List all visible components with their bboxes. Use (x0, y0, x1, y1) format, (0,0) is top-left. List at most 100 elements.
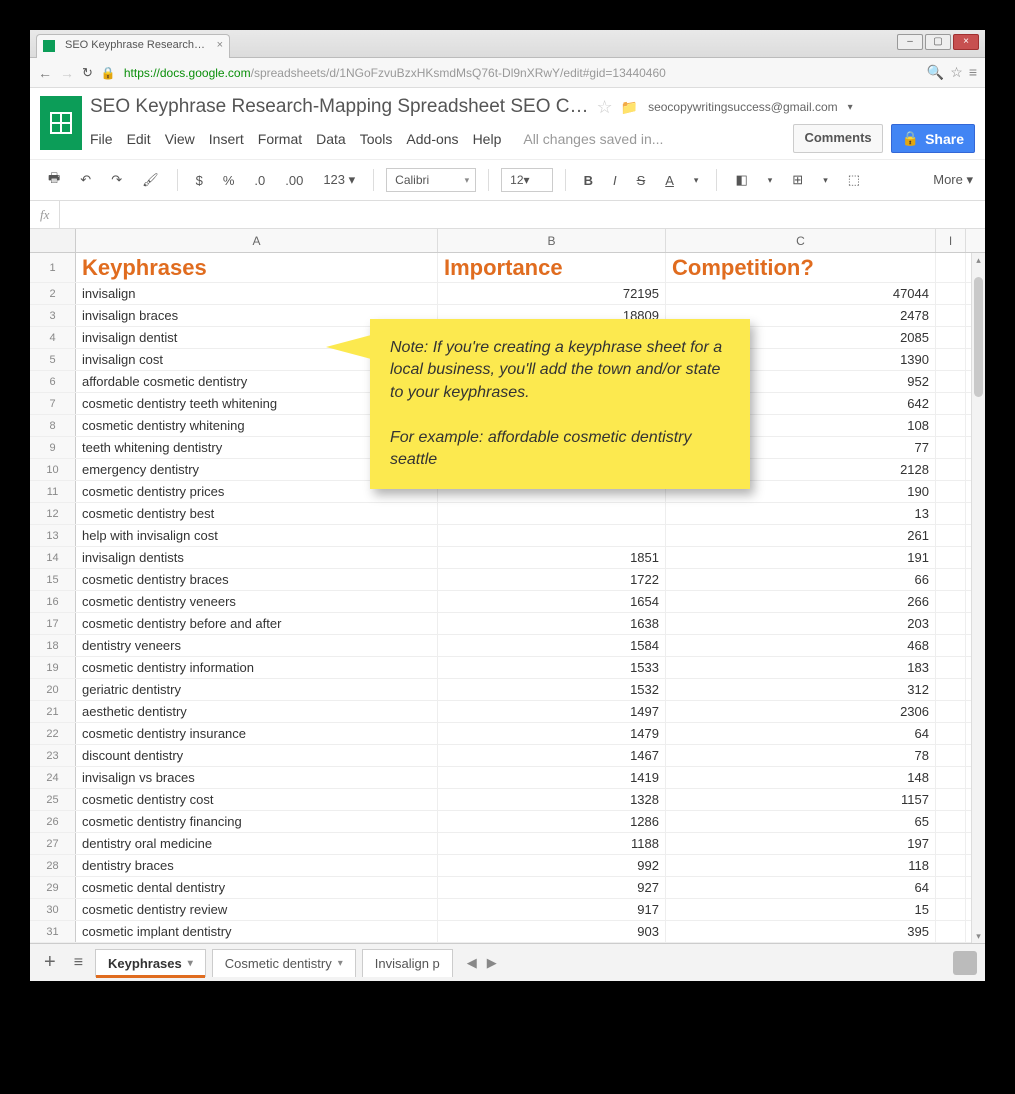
cell[interactable] (936, 327, 966, 348)
format-currency[interactable]: $ (190, 169, 209, 192)
sheets-logo[interactable] (40, 96, 82, 150)
cell[interactable]: 1188 (438, 833, 666, 854)
bookmark-icon[interactable]: ☆ (950, 64, 963, 81)
cell[interactable] (936, 833, 966, 854)
forward-icon[interactable]: → (60, 65, 74, 81)
minimize-button[interactable]: – (897, 34, 923, 50)
cell[interactable] (936, 393, 966, 414)
cell[interactable]: 1654 (438, 591, 666, 612)
cell[interactable]: 1497 (438, 701, 666, 722)
cell[interactable] (936, 877, 966, 898)
paint-format-icon[interactable]: 🖌 (136, 168, 165, 192)
cell[interactable] (936, 503, 966, 524)
cell[interactable] (936, 701, 966, 722)
row-header[interactable]: 7 (30, 393, 76, 414)
cell[interactable]: 261 (666, 525, 936, 546)
row-header[interactable]: 3 (30, 305, 76, 326)
cell[interactable]: 917 (438, 899, 666, 920)
formula-input[interactable] (60, 201, 985, 228)
cell[interactable] (936, 635, 966, 656)
row-header[interactable]: 21 (30, 701, 76, 722)
row-header[interactable]: 19 (30, 657, 76, 678)
vertical-scrollbar[interactable]: ▴ ▾ (971, 253, 985, 943)
cell[interactable]: 1851 (438, 547, 666, 568)
fill-color-caret[interactable]: ▾ (762, 171, 779, 190)
account-email[interactable]: seocopywritingsuccess@gmail.com (648, 100, 838, 114)
row-header[interactable]: 30 (30, 899, 76, 920)
cell[interactable] (936, 349, 966, 370)
decrease-decimal[interactable]: .0 (248, 169, 271, 192)
cell[interactable]: cosmetic dental dentistry (76, 877, 438, 898)
text-color-button[interactable]: A (659, 169, 680, 192)
cell[interactable] (936, 745, 966, 766)
cell[interactable]: dentistry braces (76, 855, 438, 876)
row-header[interactable]: 18 (30, 635, 76, 656)
maximize-button[interactable]: ▢ (925, 34, 951, 50)
row-header[interactable]: 10 (30, 459, 76, 480)
cell[interactable]: help with invisalign cost (76, 525, 438, 546)
reload-icon[interactable]: ↻ (82, 65, 93, 81)
row-header[interactable]: 16 (30, 591, 76, 612)
menu-addons[interactable]: Add-ons (406, 131, 458, 147)
bold-button[interactable]: B (578, 169, 599, 192)
cell[interactable]: 148 (666, 767, 936, 788)
cell[interactable]: 197 (666, 833, 936, 854)
cell[interactable] (936, 415, 966, 436)
col-header-b[interactable]: B (438, 229, 666, 252)
cell[interactable]: 1533 (438, 657, 666, 678)
cell[interactable]: invisalign dentists (76, 547, 438, 568)
borders-icon[interactable]: ⊞ (786, 168, 809, 192)
cell[interactable] (936, 371, 966, 392)
browser-tab[interactable]: SEO Keyphrase Research… × (36, 34, 230, 58)
format-percent[interactable]: % (217, 169, 241, 192)
cell[interactable]: cosmetic dentistry review (76, 899, 438, 920)
cell[interactable]: aesthetic dentistry (76, 701, 438, 722)
cell[interactable]: 72195 (438, 283, 666, 304)
row-header[interactable]: 17 (30, 613, 76, 634)
cell[interactable] (936, 921, 966, 942)
prev-sheet-icon[interactable]: ◀ (467, 955, 477, 971)
cell[interactable] (936, 811, 966, 832)
share-button[interactable]: 🔒 Share (891, 124, 975, 153)
cell[interactable] (936, 569, 966, 590)
cell[interactable]: invisalign vs braces (76, 767, 438, 788)
cell[interactable]: geriatric dentistry (76, 679, 438, 700)
cell[interactable]: 992 (438, 855, 666, 876)
cell[interactable]: 13 (666, 503, 936, 524)
fill-color-icon[interactable]: ◧ (729, 168, 753, 192)
add-sheet-button[interactable]: + (38, 951, 62, 974)
cell[interactable]: discount dentistry (76, 745, 438, 766)
cell[interactable] (936, 547, 966, 568)
font-size-select[interactable]: 12▾ (501, 168, 552, 192)
search-icon[interactable]: 🔍 (927, 64, 944, 81)
cell[interactable] (936, 613, 966, 634)
explore-button[interactable] (953, 951, 977, 975)
text-color-caret[interactable]: ▾ (688, 171, 705, 190)
cell[interactable]: 312 (666, 679, 936, 700)
cell[interactable] (936, 459, 966, 480)
row-header[interactable]: 14 (30, 547, 76, 568)
menu-format[interactable]: Format (258, 131, 302, 147)
cell[interactable]: 191 (666, 547, 936, 568)
cell[interactable] (438, 525, 666, 546)
col-header-i[interactable]: I (936, 229, 966, 252)
menu-view[interactable]: View (165, 131, 195, 147)
cell[interactable]: cosmetic dentistry before and after (76, 613, 438, 634)
cell[interactable] (438, 503, 666, 524)
cell[interactable] (936, 899, 966, 920)
cell[interactable]: 1467 (438, 745, 666, 766)
row-header[interactable]: 5 (30, 349, 76, 370)
row-header[interactable]: 13 (30, 525, 76, 546)
cell[interactable]: dentistry oral medicine (76, 833, 438, 854)
row-header[interactable]: 4 (30, 327, 76, 348)
row-header[interactable]: 1 (30, 253, 76, 282)
redo-icon[interactable]: ↷ (105, 168, 128, 192)
cell[interactable] (936, 657, 966, 678)
cell[interactable] (936, 305, 966, 326)
cell[interactable]: 1157 (666, 789, 936, 810)
borders-caret[interactable]: ▾ (817, 171, 834, 190)
more-formats[interactable]: 123 ▾ (317, 168, 361, 192)
sheet-tab-invisalign[interactable]: Invisalign p (362, 949, 453, 977)
scroll-thumb[interactable] (974, 277, 983, 397)
star-icon[interactable]: ☆ (596, 97, 612, 118)
